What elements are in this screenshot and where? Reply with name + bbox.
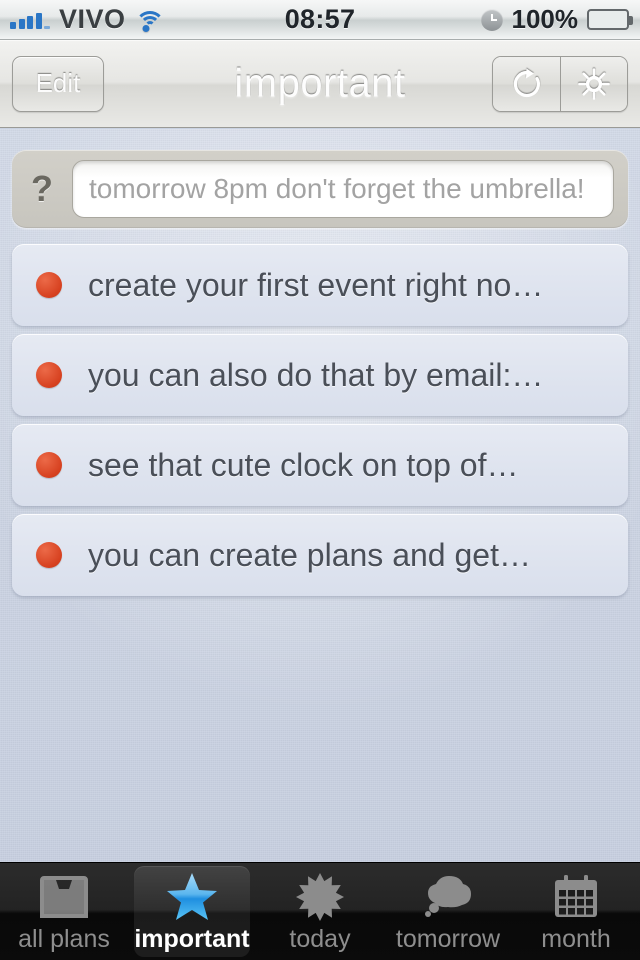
priority-dot-icon (36, 272, 62, 298)
settings-button[interactable] (560, 56, 627, 111)
list-item-label: create your first event right no… (88, 266, 544, 303)
tab-icon-wrap (165, 871, 219, 927)
refresh-button[interactable] (493, 56, 560, 111)
nav-segmented-control (492, 55, 628, 112)
status-bar-left: VIVO (0, 6, 165, 33)
help-button[interactable]: ? (12, 171, 72, 207)
tab-icon-wrap (552, 871, 600, 927)
tab-icon-wrap (38, 871, 90, 927)
battery-icon (587, 9, 633, 30)
tab-label: tomorrow (395, 925, 501, 953)
alarm-clock-icon (480, 8, 503, 31)
gear-icon (578, 67, 610, 100)
list-item-label: you can also do that by email:… (88, 356, 544, 393)
star-icon (165, 871, 219, 928)
tab-bar: all plans important today tomorrow month (0, 862, 640, 960)
list-item-label: see that cute clock on top of… (88, 446, 519, 483)
priority-dot-icon (36, 542, 62, 568)
list-item[interactable]: you can create plans and get… (12, 514, 628, 596)
battery-percent: 100% (511, 4, 579, 34)
sun-icon (295, 872, 345, 927)
tab-label: today (289, 925, 351, 953)
tab-month[interactable]: month (512, 863, 640, 960)
status-bar-right: 100% (480, 4, 640, 35)
tab-important[interactable]: important (128, 863, 256, 960)
priority-dot-icon (36, 362, 62, 388)
quick-add-bar: ? tomorrow 8pm don't forget the umbrella… (12, 150, 628, 228)
app-screen: VIVO 08:57 100% Edit important ? tomorro… (0, 0, 640, 960)
tab-today[interactable]: today (256, 863, 384, 960)
calendar-icon (552, 873, 600, 926)
list-item[interactable]: see that cute clock on top of… (12, 424, 628, 506)
carrier-name: VIVO (59, 4, 126, 34)
list-item[interactable]: you can also do that by email:… (12, 334, 628, 416)
tab-label: month (541, 925, 611, 953)
signal-bars-icon (10, 10, 50, 29)
inbox-icon (38, 874, 90, 925)
priority-dot-icon (36, 452, 62, 478)
status-bar-clock: 08:57 (284, 4, 356, 34)
tab-icon-wrap (422, 871, 474, 927)
navigation-bar: Edit important (0, 40, 640, 128)
wifi-icon (134, 9, 165, 32)
content-area: ? tomorrow 8pm don't forget the umbrella… (0, 129, 640, 862)
tab-label: all plans (18, 925, 110, 953)
tab-tomorrow[interactable]: tomorrow (384, 863, 512, 960)
list-item[interactable]: create your first event right no… (12, 244, 628, 326)
refresh-icon (513, 68, 540, 97)
cloud-icon (422, 874, 474, 925)
tab-all-plans[interactable]: all plans (0, 863, 128, 960)
status-bar: VIVO 08:57 100% (0, 0, 640, 40)
tab-label: important (134, 925, 250, 953)
list-item-label: you can create plans and get… (88, 536, 531, 573)
event-list: create your first event right no… you can… (12, 244, 628, 604)
tab-icon-wrap (295, 871, 345, 927)
quick-add-input[interactable]: tomorrow 8pm don't forget the umbrella! (72, 160, 614, 218)
